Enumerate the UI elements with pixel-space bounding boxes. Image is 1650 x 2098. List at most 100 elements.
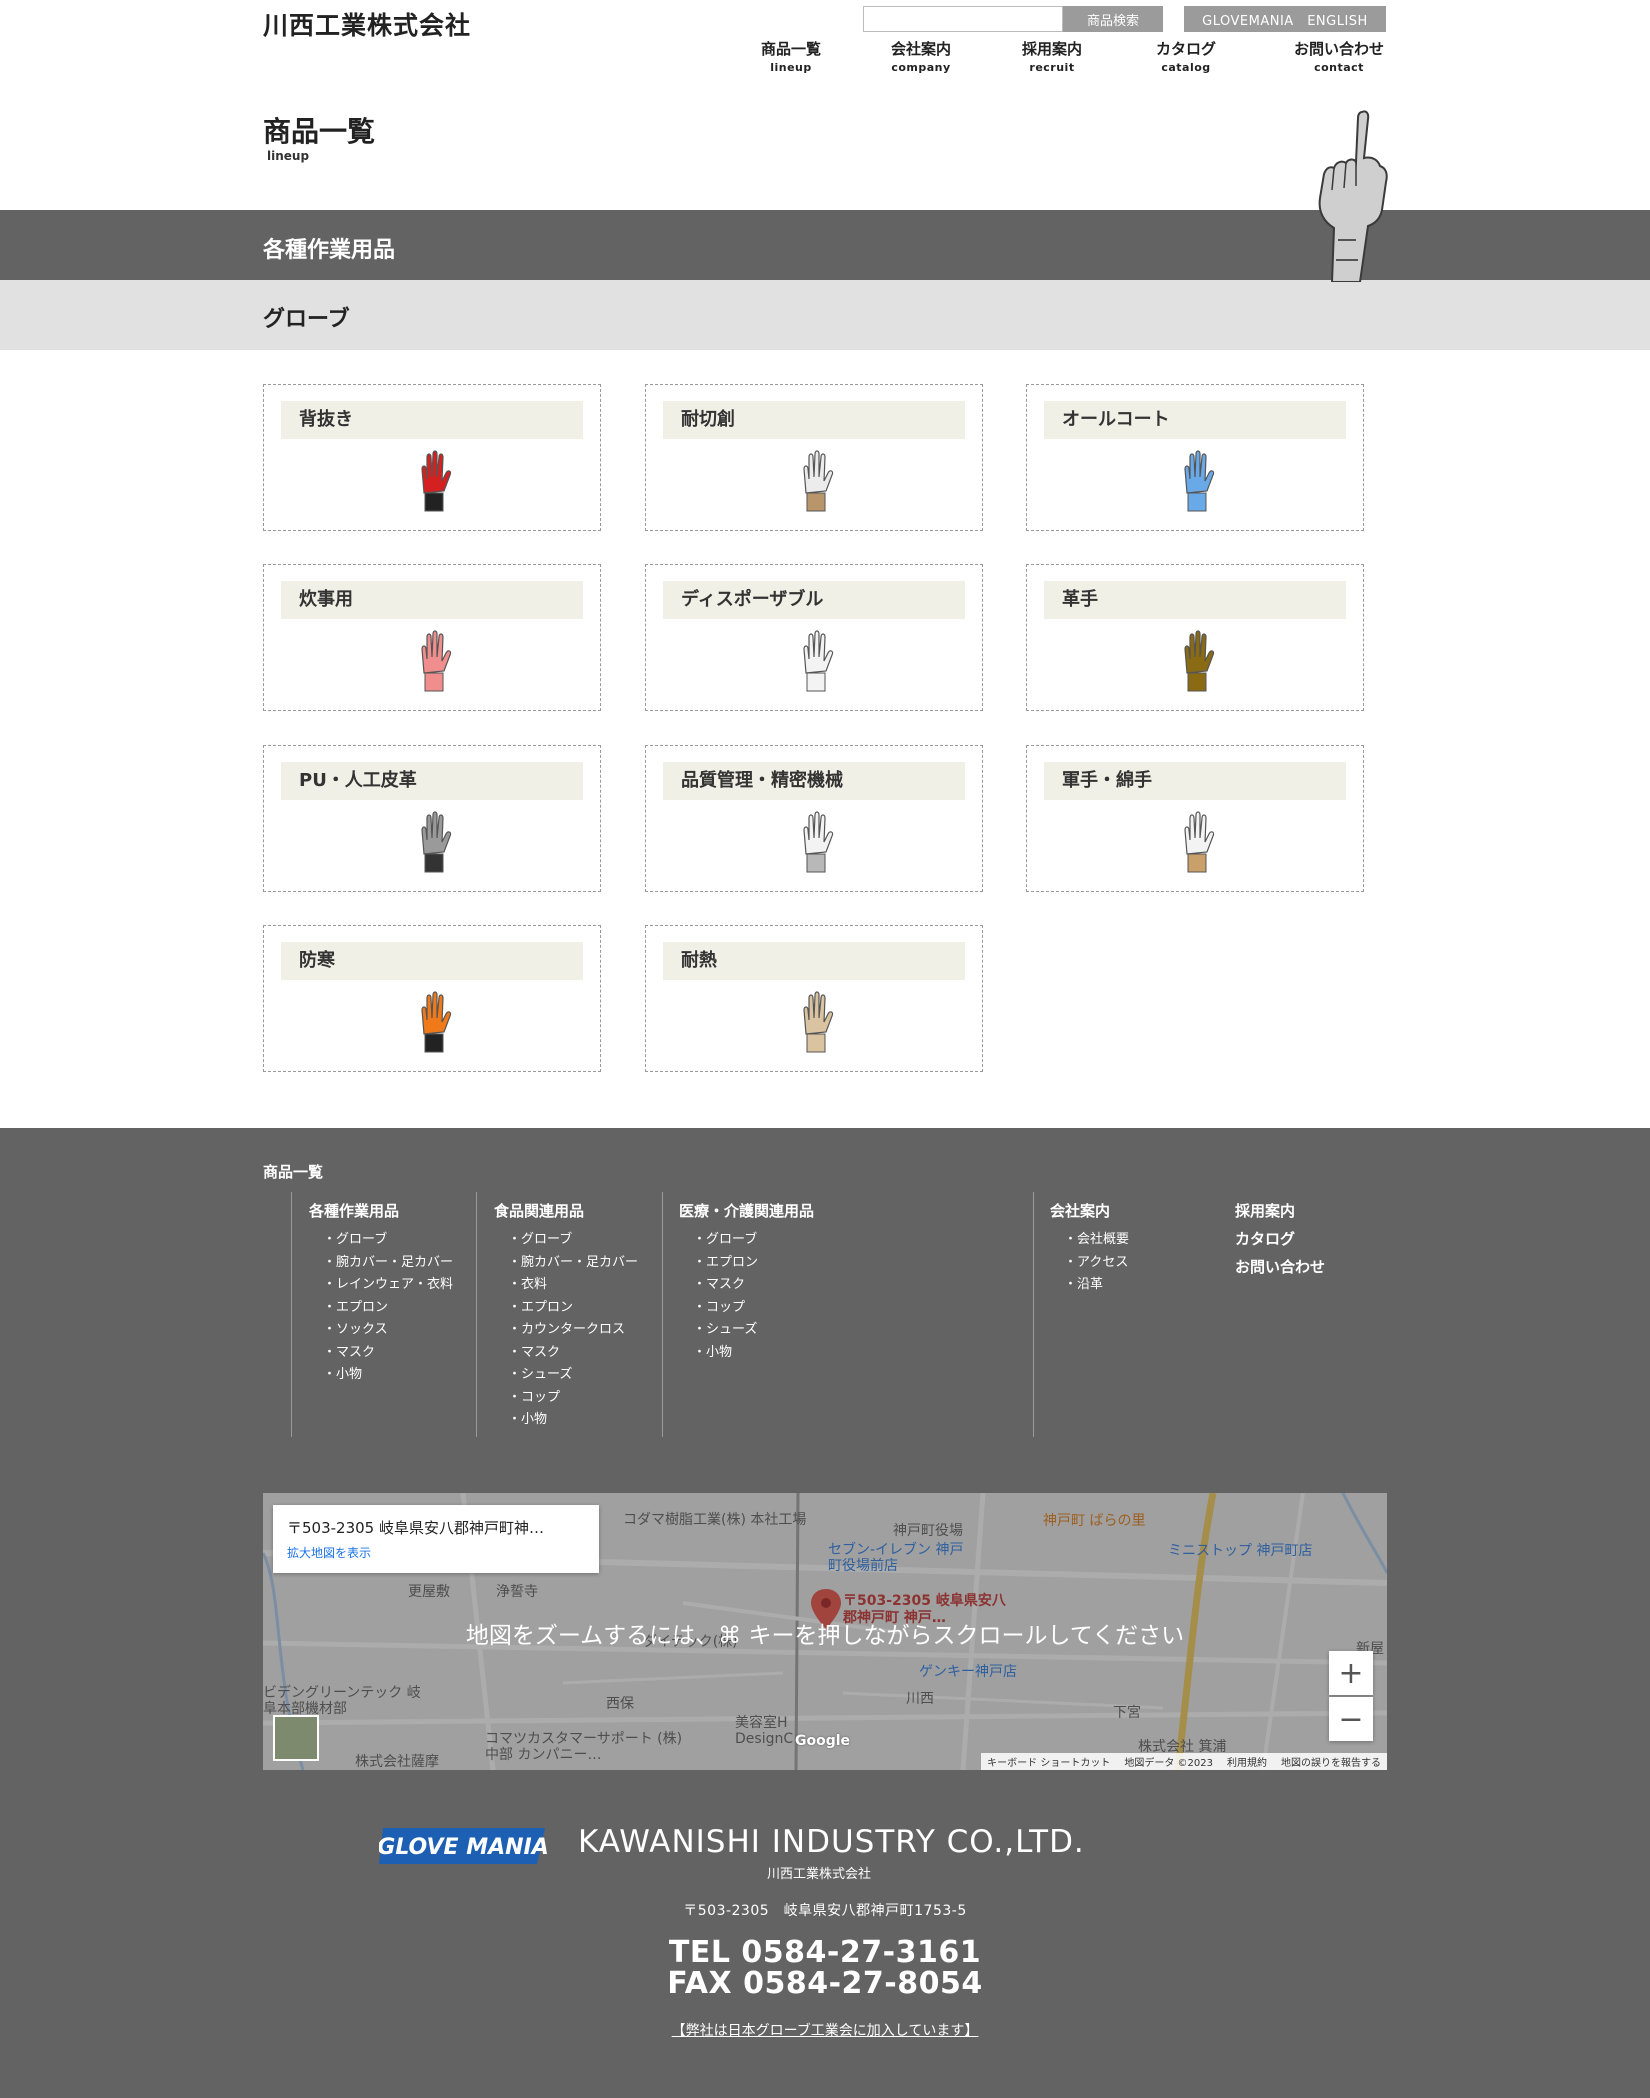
footer-list-item[interactable]: ・コップ [693,1297,758,1320]
red-glove-icon [421,450,452,512]
blue-glove-icon [1184,450,1215,512]
pink-glove-icon [421,630,452,692]
footer-divider [476,1192,477,1437]
product-card[interactable]: 防寒 [263,925,601,1072]
footer-list-item[interactable]: ・コップ [508,1387,638,1410]
footer-list-item[interactable]: ・エプロン [508,1297,638,1320]
nav-contact[interactable]: お問い合わせ contact [1279,38,1399,74]
nav-recruit[interactable]: 採用案内 recruit [992,38,1112,74]
map-terms-link[interactable]: 利用規約 [1227,1754,1267,1769]
map-zoom-out-button[interactable]: − [1329,1697,1373,1741]
map-view-larger-link[interactable]: 拡大地図を表示 [287,1544,585,1561]
winter-glove-icon [421,991,452,1053]
product-card[interactable]: オールコート [1026,384,1364,531]
product-card[interactable]: PU・人工皮革 [263,745,601,892]
company-logo[interactable]: 川西工業株式会社 [263,6,471,42]
cut-resistant-glove-icon [803,450,834,512]
footer-heading[interactable]: 商品一覧 [263,1161,323,1182]
company-tel: TEL 0584-27-3161 [668,1935,982,1970]
footer-list-item[interactable]: ・グローブ [693,1229,758,1252]
nav-company-sublabel: company [891,61,951,74]
map-report-link[interactable]: 地図の誤りを報告する [1281,1754,1381,1769]
footer-list-item[interactable]: ・腕カバー・足カバー [508,1252,638,1275]
product-card[interactable]: ディスポーザブル [645,564,983,711]
google-map[interactable]: コダマ樹脂工業(株) 本社工場 神戸町役場 神戸町 ばらの里 セブン-イレブン … [263,1493,1387,1770]
glovemania-logo[interactable]: GLOVE MANIA [379,1824,549,1868]
footer-list-item[interactable]: ・シューズ [508,1364,638,1387]
footer-list-medical: ・グローブ ・エプロン ・マスク ・コップ ・シューズ ・小物 [693,1229,758,1364]
footer-list-item[interactable]: ・沿革 [1064,1274,1129,1297]
footer-col-work[interactable]: 各種作業用品 [309,1200,399,1221]
product-card[interactable]: 炊事用 [263,564,601,711]
product-card-title: 軍手・綿手 [1044,762,1346,800]
map-scroll-message: 地図をズームするには、⌘ キーを押しながらスクロールしてください [465,1623,1185,1649]
footer-col-food[interactable]: 食品関連用品 [494,1200,584,1221]
footer-link-recruit[interactable]: 採用案内 [1235,1200,1295,1221]
heat-resistant-glove-icon [803,991,834,1053]
product-card[interactable]: 耐切創 [645,384,983,531]
nav-lineup[interactable]: 商品一覧 lineup [731,38,851,74]
footer-list-item[interactable]: ・小物 [508,1409,638,1432]
map-satellite-toggle[interactable] [273,1715,319,1761]
product-card[interactable]: 革手 [1026,564,1364,711]
footer-list-item[interactable]: ・会社概要 [1064,1229,1129,1252]
map-info-card: 〒503-2305 岐阜県安八郡神戸町神… 拡大地図を表示 [273,1505,599,1573]
nav-catalog-label: カタログ [1155,40,1216,58]
product-card[interactable]: 品質管理・精密機械 [645,745,983,892]
footer-list-item[interactable]: ・エプロン [693,1252,758,1275]
product-card-title: オールコート [1044,401,1346,439]
product-card-title: 耐切創 [663,401,965,439]
footer-list-item[interactable]: ・シューズ [693,1319,758,1342]
nav-recruit-sublabel: recruit [1029,61,1075,74]
map-zoom-in-button[interactable]: + [1329,1651,1373,1695]
membership-note[interactable]: 【弊社は日本グローブ工業会に加入しています】 [0,2020,1650,2040]
footer-list-item[interactable]: ・グローブ [323,1229,453,1252]
footer-list-item[interactable]: ・カウンタークロス [508,1319,638,1342]
footer-list-item[interactable]: ・小物 [323,1364,453,1387]
footer-list-item[interactable]: ・衣料 [508,1274,638,1297]
nav-contact-label: お問い合わせ [1293,40,1384,58]
nav-catalog[interactable]: カタログ catalog [1126,38,1246,74]
footer-list-item[interactable]: ・アクセス [1064,1252,1129,1275]
leather-glove-icon [1184,630,1215,692]
nav-catalog-sublabel: catalog [1161,61,1211,74]
product-card-title: 革手 [1044,581,1346,619]
page-subtitle: lineup [267,149,310,163]
product-card-title: 防寒 [281,942,583,980]
footer-list-item[interactable]: ・レインウェア・衣料 [323,1274,453,1297]
nav-company[interactable]: 会社案内 company [861,38,981,74]
footer-list-company: ・会社概要 ・アクセス ・沿革 [1064,1229,1129,1297]
footer-link-contact[interactable]: お問い合わせ [1235,1256,1325,1277]
product-card-title: 背抜き [281,401,583,439]
product-card[interactable]: 背抜き [263,384,601,531]
footer-list-item[interactable]: ・マスク [508,1342,638,1365]
product-card[interactable]: 耐熱 [645,925,983,1072]
product-card-title: 炊事用 [281,581,583,619]
map-attribution: キーボード ショートカット 地図データ ©2023 利用規約 地図の誤りを報告す… [981,1753,1387,1770]
google-logo: Google [795,1733,851,1749]
footer-list-item[interactable]: ・小物 [693,1342,758,1365]
search-input[interactable] [863,6,1063,32]
footer-col-company[interactable]: 会社案内 [1050,1200,1110,1221]
nav-company-label: 会社案内 [890,40,951,58]
footer-list-item[interactable]: ・エプロン [323,1297,453,1320]
membership-link[interactable]: 【弊社は日本グローブ工業会に加入しています】 [672,2023,979,2039]
footer-divider [662,1192,663,1437]
map-shortcuts-link[interactable]: キーボード ショートカット [987,1754,1110,1769]
footer-list-item[interactable]: ・腕カバー・足カバー [323,1252,453,1275]
page-title: 商品一覧 [263,115,376,148]
product-card[interactable]: 軍手・綿手 [1026,745,1364,892]
product-card-title: 品質管理・精密機械 [663,762,965,800]
search-button[interactable]: 商品検索 [1063,6,1163,32]
footer-link-catalog[interactable]: カタログ [1235,1228,1295,1249]
footer-col-medical[interactable]: 医療・介護関連用品 [679,1200,814,1221]
language-links[interactable]: GLOVEMANIA ENGLISH [1184,6,1386,32]
category-band [0,210,1650,280]
footer-list-item[interactable]: ・マスク [323,1342,453,1365]
footer-list-item[interactable]: ・グローブ [508,1229,638,1252]
white-glove-icon [803,811,834,873]
map-data-credit: 地図データ ©2023 [1124,1758,1213,1769]
subcategory-band [0,280,1650,350]
footer-list-item[interactable]: ・ソックス [323,1319,453,1342]
footer-list-item[interactable]: ・マスク [693,1274,758,1297]
